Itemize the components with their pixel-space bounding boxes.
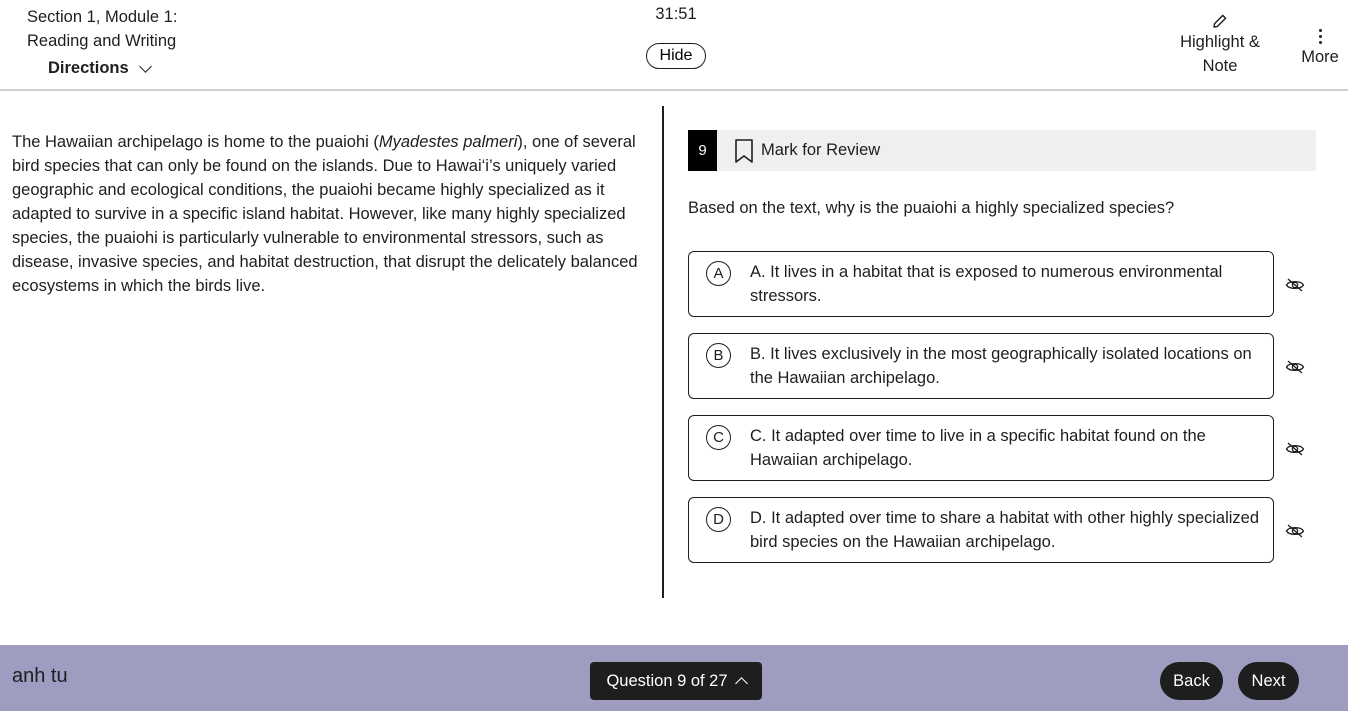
chevron-up-icon [734, 677, 748, 690]
option-text-a: A. It lives in a habitat that is exposed… [750, 263, 1223, 305]
mark-for-review-label: Mark for Review [761, 141, 881, 159]
timer: 31:51 [655, 5, 697, 23]
option-text-b: B. It lives exclusively in the most geog… [750, 345, 1252, 387]
answer-option-c[interactable]: C C. It adapted over time to live in a s… [688, 415, 1274, 481]
more-button[interactable]: More [1296, 26, 1344, 67]
passage-text-start: The Hawaiian archipelago is home to the … [12, 133, 379, 151]
pencil-icon [1213, 14, 1227, 28]
back-button[interactable]: Back [1160, 662, 1223, 700]
directions-toggle[interactable]: Directions [48, 59, 152, 78]
eye-slash-icon[interactable] [1285, 441, 1305, 457]
question-prompt: Based on the text, why is the puaiohi a … [688, 199, 1175, 217]
answer-option-b[interactable]: B B. It lives exclusively in the most ge… [688, 333, 1274, 399]
next-button[interactable]: Next [1238, 662, 1299, 700]
question-navigator-label: Question 9 of 27 [606, 671, 728, 690]
highlight-label-line1: Highlight & [1180, 33, 1260, 51]
section-title-line2: Reading and Writing [27, 32, 177, 50]
passage-species-name: Myadestes palmeri [378, 133, 518, 151]
option-letter-d: D [706, 507, 731, 532]
reading-passage: The Hawaiian archipelago is home to the … [12, 130, 652, 298]
option-letter-c: C [706, 425, 731, 450]
eye-slash-icon[interactable] [1285, 359, 1305, 375]
mark-for-review-button[interactable]: Mark for Review [733, 138, 880, 164]
directions-label: Directions [48, 59, 129, 77]
question-header-bar: 9 Mark for Review [688, 130, 1316, 171]
answer-option-d[interactable]: D D. It adapted over time to share a hab… [688, 497, 1274, 563]
option-text-c: C. It adapted over time to live in a spe… [750, 427, 1206, 469]
eye-slash-icon[interactable] [1285, 523, 1305, 539]
question-number-badge: 9 [688, 130, 717, 171]
eye-slash-icon[interactable] [1285, 277, 1305, 293]
option-text-d: D. It adapted over time to share a habit… [750, 509, 1260, 551]
option-letter-a: A [706, 261, 731, 286]
hide-timer-button[interactable]: Hide [646, 43, 706, 69]
more-label: More [1301, 48, 1339, 66]
chevron-down-icon [138, 59, 152, 73]
bookmark-icon [735, 138, 753, 163]
user-name: anh tu [12, 665, 68, 687]
option-letter-b: B [706, 343, 731, 368]
highlight-label-line2: Note [1202, 57, 1238, 75]
top-header: Section 1, Module 1: Reading and Writing… [0, 0, 1348, 91]
passage-text-end: ), one of several bird species that can … [12, 133, 638, 295]
answer-option-a[interactable]: A A. It lives in a habitat that is expos… [688, 251, 1274, 317]
bottom-footer: anh tu Question 9 of 27 Back Next [0, 645, 1348, 711]
highlight-note-button[interactable]: Highlight & Note [1170, 12, 1270, 78]
question-navigator-button[interactable]: Question 9 of 27 [590, 662, 762, 700]
vertical-dots-icon [1296, 26, 1344, 46]
pane-divider[interactable] [662, 106, 664, 598]
